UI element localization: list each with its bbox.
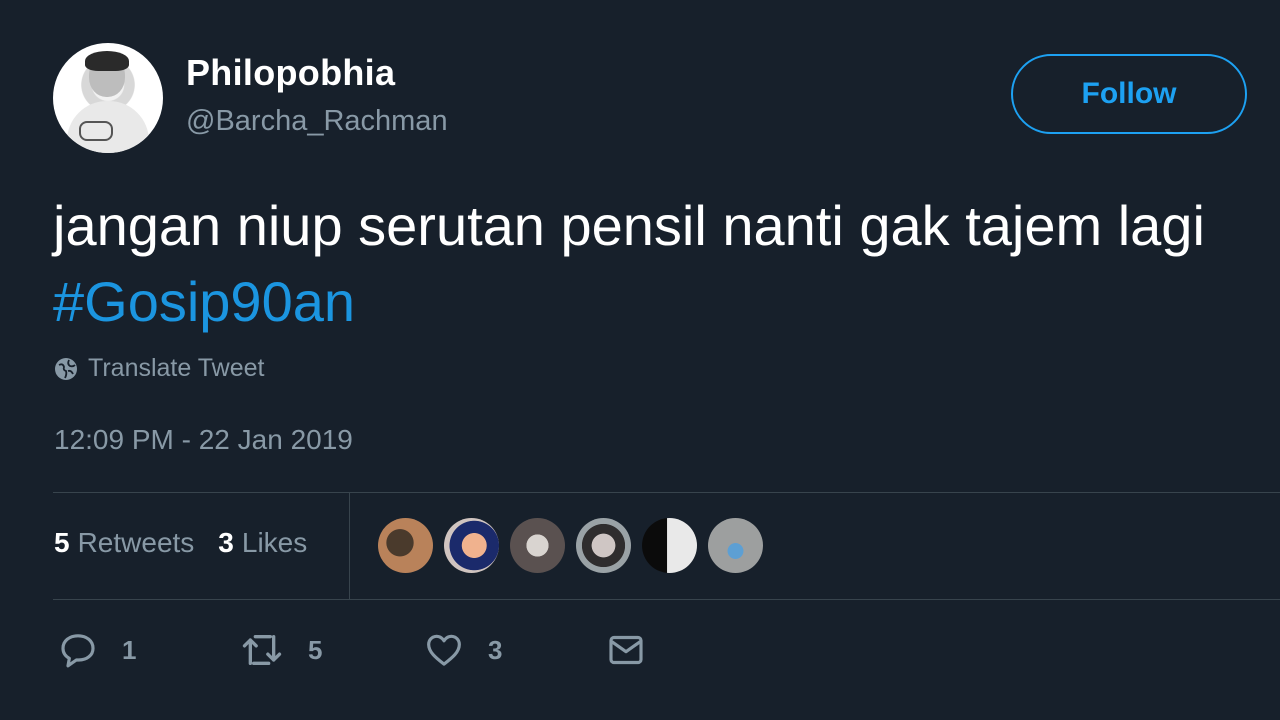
likes-label: Likes bbox=[241, 527, 308, 558]
author-display-name[interactable]: Philopobhia bbox=[186, 52, 395, 94]
retweets-stat[interactable]: 5 Retweets bbox=[54, 527, 194, 559]
liker-avatar[interactable] bbox=[444, 518, 499, 573]
tweet-stats: 5 Retweets 3 Likes bbox=[54, 527, 307, 559]
divider-vertical bbox=[349, 492, 350, 599]
liker-avatar[interactable] bbox=[378, 518, 433, 573]
retweets-count: 5 bbox=[54, 527, 70, 558]
tweet-timestamp[interactable]: 12:09 PM - 22 Jan 2019 bbox=[54, 424, 353, 456]
hashtag-link[interactable]: #Gosip90an bbox=[53, 270, 355, 333]
author-avatar[interactable] bbox=[53, 43, 163, 153]
translate-tweet-link[interactable]: Translate Tweet bbox=[54, 354, 264, 383]
divider-top bbox=[53, 492, 1280, 493]
retweet-button[interactable]: 5 bbox=[240, 630, 322, 670]
liker-avatar[interactable] bbox=[642, 518, 697, 573]
retweets-label: Retweets bbox=[77, 527, 195, 558]
like-button[interactable]: 3 bbox=[424, 630, 502, 670]
avatar-hair-shape bbox=[85, 51, 129, 71]
tweet-card: Philopobhia @Barcha_Rachman Follow janga… bbox=[0, 0, 1280, 720]
tweet-text-body: jangan niup serutan pensil nanti gak taj… bbox=[53, 194, 1205, 257]
mail-icon bbox=[609, 635, 643, 665]
divider-bottom bbox=[53, 599, 1280, 600]
author-handle[interactable]: @Barcha_Rachman bbox=[186, 105, 448, 138]
likes-stat[interactable]: 3 Likes bbox=[218, 527, 307, 559]
follow-button[interactable]: Follow bbox=[1011, 54, 1247, 134]
globe-icon bbox=[55, 357, 77, 380]
retweet-count: 5 bbox=[308, 634, 323, 665]
heart-icon bbox=[427, 634, 461, 666]
liker-avatar[interactable] bbox=[510, 518, 565, 573]
reply-icon bbox=[61, 634, 95, 668]
reply-button[interactable]: 1 bbox=[58, 630, 136, 670]
likes-count: 3 bbox=[218, 527, 234, 558]
retweet-icon bbox=[242, 635, 282, 665]
tweet-text: jangan niup serutan pensil nanti gak taj… bbox=[53, 188, 1253, 340]
liked-by-avatars bbox=[378, 518, 763, 573]
like-count: 3 bbox=[488, 634, 503, 665]
liker-avatar[interactable] bbox=[708, 518, 763, 573]
direct-message-button[interactable] bbox=[606, 630, 646, 670]
liker-avatar[interactable] bbox=[576, 518, 631, 573]
avatar-shirt-logo bbox=[79, 121, 113, 141]
translate-label: Translate Tweet bbox=[88, 354, 265, 382]
reply-count: 1 bbox=[122, 634, 137, 665]
